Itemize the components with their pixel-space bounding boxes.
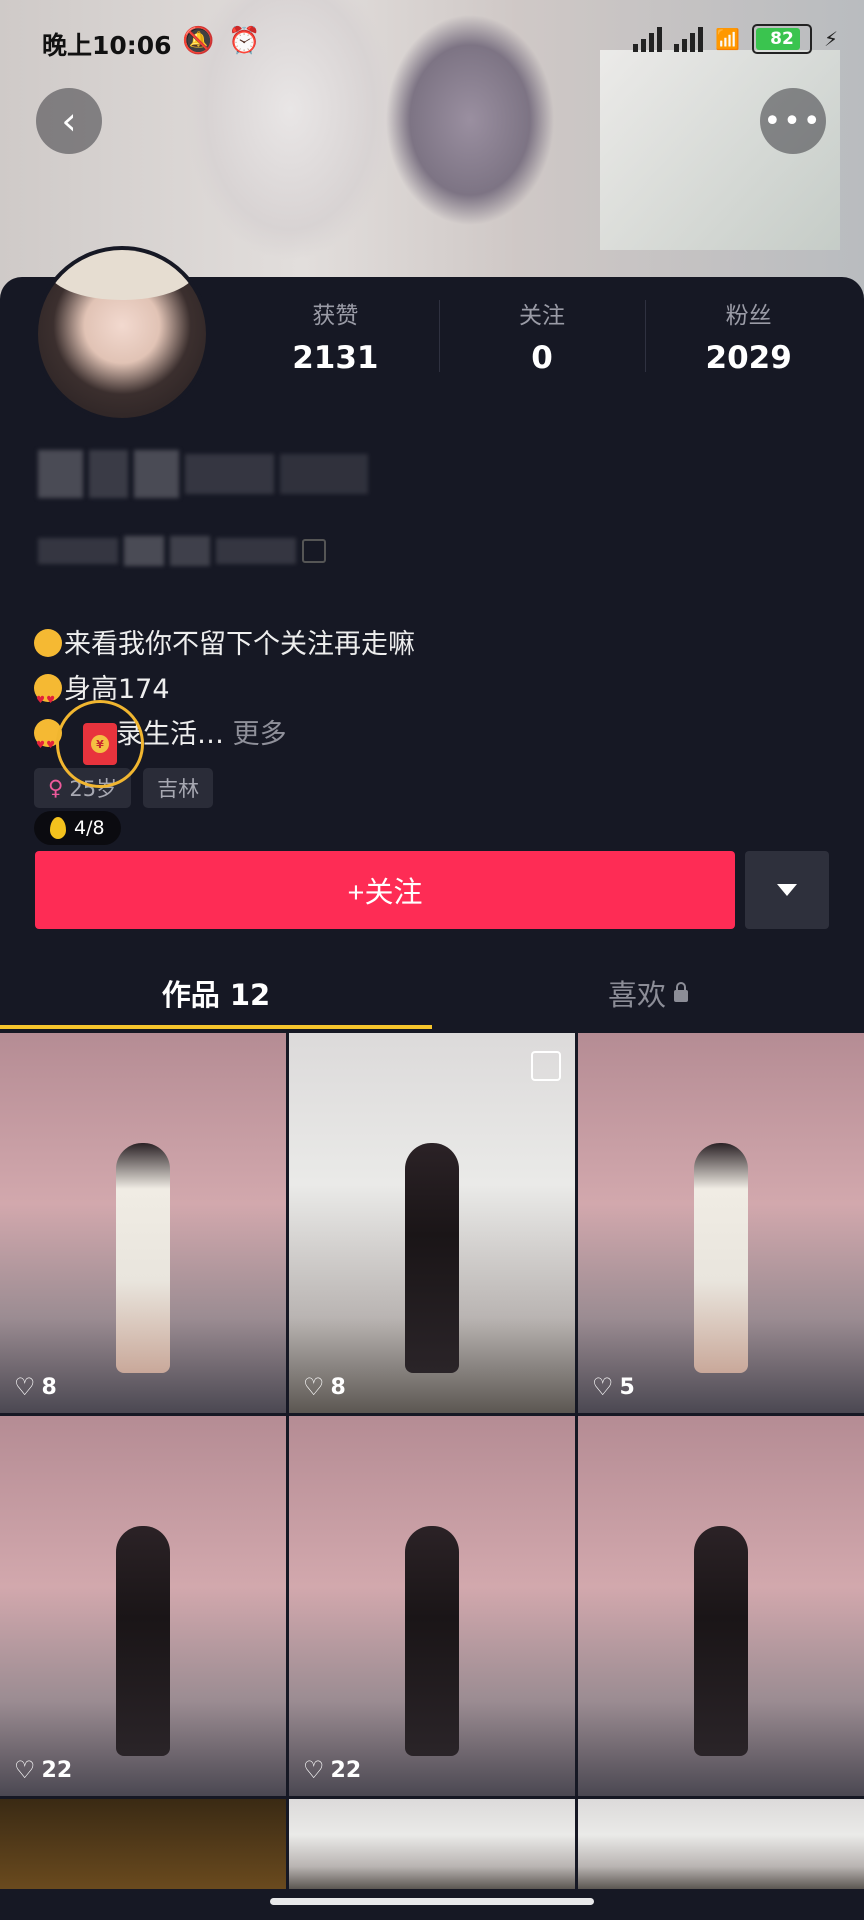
heart-icon: ♡	[14, 1373, 36, 1401]
more-icon[interactable]: •••	[760, 88, 826, 154]
heart-icon: ♡	[303, 1756, 325, 1784]
lock-icon	[674, 982, 688, 1002]
post-thumbnail[interactable]	[0, 1799, 286, 1889]
signal-icon-2	[674, 26, 704, 52]
status-bar: 晚上10:06 🔕⏰ 📶 82 ⚡	[0, 0, 864, 84]
nickname-redacted	[38, 450, 368, 498]
status-time: 晚上10:06	[42, 31, 172, 60]
party-emoji-icon	[34, 629, 62, 657]
heart-icon: ♡	[303, 1373, 325, 1401]
bio-more-link[interactable]: 更多	[233, 719, 287, 750]
wifi-icon: 📶	[715, 27, 740, 51]
post-thumbnail[interactable]	[289, 1799, 575, 1889]
follow-button[interactable]: +关注	[35, 851, 735, 929]
post-likes: ♡ 8	[14, 1373, 57, 1401]
location-tag: 吉林	[143, 768, 214, 808]
post-thumbnail[interactable]	[578, 1416, 864, 1796]
stat-value: 2029	[705, 340, 792, 376]
post-thumbnail[interactable]: ♡ 22	[289, 1416, 575, 1796]
stat-label: 获赞	[312, 303, 359, 329]
battery-icon: 82	[751, 24, 812, 54]
stat-followers[interactable]: 粉丝 2029	[645, 296, 852, 376]
bio-line: 来看我你不留下个关注再走嘛	[34, 622, 415, 667]
stat-value: 2131	[292, 340, 379, 376]
copy-icon[interactable]	[302, 539, 326, 563]
tab-likes[interactable]: 喜欢	[432, 956, 864, 1030]
stat-value: 0	[531, 340, 553, 376]
golden-egg-icon	[50, 817, 66, 839]
more-actions-dropdown[interactable]	[745, 851, 829, 929]
post-likes: ♡ 22	[303, 1756, 362, 1784]
heart-icon: ♡	[14, 1756, 36, 1784]
post-likes: ♡ 22	[14, 1756, 73, 1784]
red-packet-icon[interactable]: ¥	[56, 700, 144, 788]
status-notification-icons: 🔕⏰	[182, 26, 275, 56]
profile-tabs: 作品 12 喜欢	[0, 956, 864, 1030]
post-thumbnail[interactable]: ♡ 22	[0, 1416, 286, 1796]
tab-works[interactable]: 作品 12	[0, 956, 432, 1030]
post-likes: ♡ 5	[592, 1373, 635, 1401]
charging-icon: ⚡	[823, 27, 838, 51]
stat-label: 关注	[519, 303, 565, 329]
tab-indicator	[0, 1025, 432, 1029]
post-likes: ♡ 8	[303, 1373, 346, 1401]
posts-grid: ♡ 8 ♡ 8 ♡ 5 ♡ 22 ♡ 22	[0, 1033, 864, 1889]
heart-eyes-emoji-icon	[34, 674, 62, 723]
signal-icon	[633, 26, 663, 52]
post-thumbnail[interactable]: ♡ 8	[289, 1033, 575, 1413]
back-icon[interactable]: ‹	[36, 88, 102, 154]
post-thumbnail[interactable]: ♡ 8	[0, 1033, 286, 1413]
avatar[interactable]	[34, 246, 210, 422]
battery-level: 82	[770, 29, 794, 49]
stat-label: 粉丝	[725, 303, 772, 329]
stat-following[interactable]: 关注 0	[438, 296, 646, 376]
coin-progress-badge[interactable]: 4/8	[34, 811, 121, 845]
account-id-redacted	[38, 536, 338, 566]
female-icon: ♀	[48, 776, 64, 800]
heart-icon: ♡	[592, 1373, 614, 1401]
post-thumbnail[interactable]	[578, 1799, 864, 1889]
triangle-down-icon	[777, 884, 797, 896]
stat-likes: 获赞 2131	[232, 296, 439, 376]
post-thumbnail[interactable]: ♡ 5	[578, 1033, 864, 1413]
multi-image-icon	[531, 1051, 561, 1081]
profile-stats: 获赞 2131 关注 0 粉丝 2029	[232, 296, 852, 376]
home-indicator[interactable]	[270, 1898, 594, 1905]
